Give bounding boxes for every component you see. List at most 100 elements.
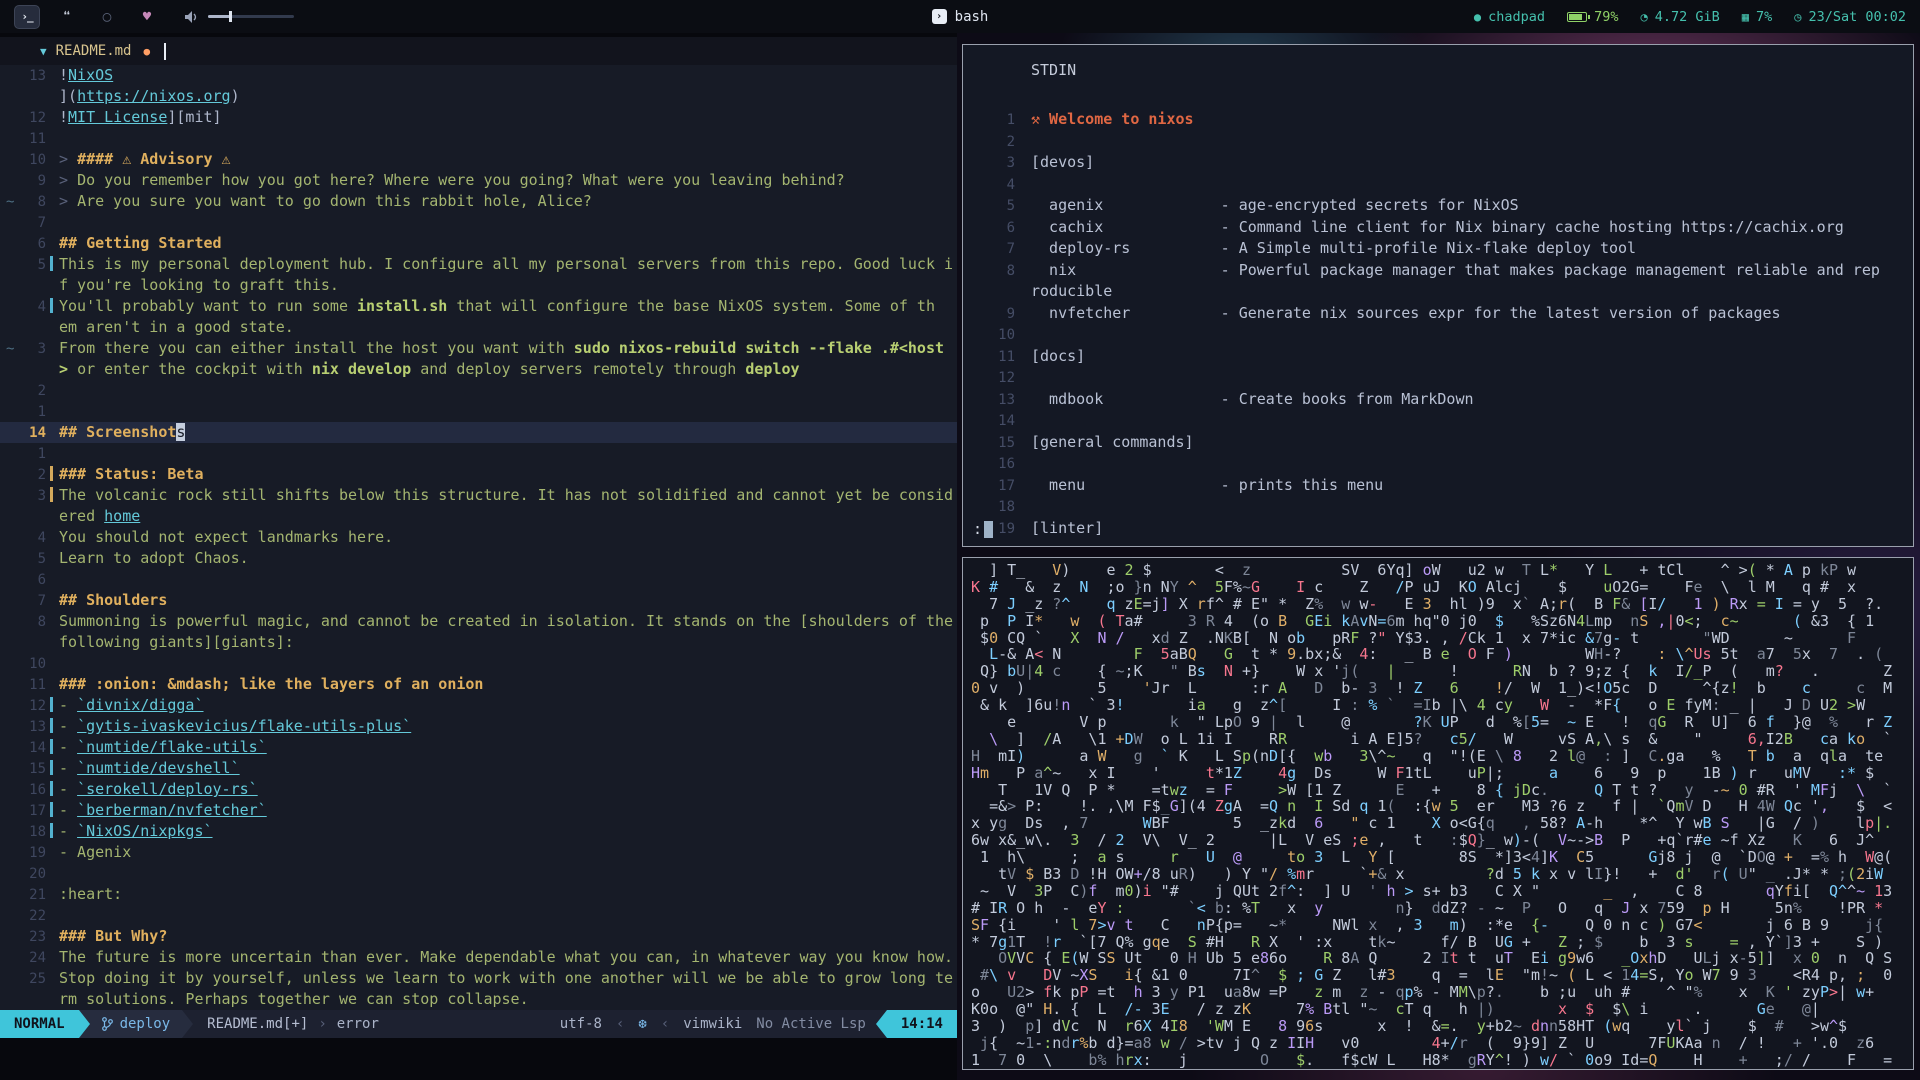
text-segment: ### :onion: &mdash; like the layers of a… <box>59 675 484 693</box>
chat-icon: ❝ <box>62 8 72 25</box>
editor-line[interactable]: ered home <box>0 506 957 527</box>
editor-tabline: ▼ README.md ● <box>0 37 957 65</box>
editor-line[interactable]: 25 Stop doing it by yourself, unless we l… <box>0 968 957 989</box>
text-segment: Learn to adopt Chaos. <box>59 549 249 567</box>
text-segment: rm solutions. Perhaps together we can st… <box>59 990 529 1008</box>
editor-line[interactable]: 1 <box>0 401 957 422</box>
text-segment: [linter] <box>1031 518 1104 537</box>
editor-line-text: The future is more uncertain than ever. … <box>59 948 953 966</box>
editor-line[interactable]: 15- `numtide/devshell` <box>0 758 957 779</box>
editor-statusline: NORMAL deploy README.md[+] › error utf-8… <box>0 1010 957 1038</box>
host-module: ● chadpad <box>1474 9 1545 25</box>
pager-line: 1 ⚒ Welcome to nixos <box>1006 110 1194 128</box>
noise-row: 1 h\ ; a s r U @ to 3 L Y [ 8S *]3<4]K C… <box>980 848 1893 867</box>
chevron-left-icon: ‹ <box>660 1016 670 1032</box>
editor-line-text: From there you can either install the ho… <box>59 339 944 357</box>
editor-line[interactable]: 20 <box>0 863 957 884</box>
volume-slider[interactable] <box>208 11 294 22</box>
text-segment: ! <box>59 66 69 84</box>
editor-line[interactable]: 1 <box>0 443 957 464</box>
editor-line[interactable]: 14 ## Screenshots <box>0 422 957 443</box>
noise-row: 7 J _z ?^ q zE=j] X rf^ # E" * Z% w w- E… <box>989 594 1884 613</box>
editor-line[interactable]: 10 > #### ⚠ Advisory ⚠ <box>0 149 957 170</box>
noise-row: T 1V Q P * =twz = F >W [1 Z E + 8 { jDc.… <box>998 780 1893 799</box>
text-segment: f you're looking to graft this. <box>59 276 339 294</box>
workspace-heart[interactable]: ♥ <box>134 5 160 29</box>
pager-line: 19 [linter] <box>998 518 1104 537</box>
editor-line[interactable]: 10 <box>0 653 957 674</box>
powerline-separator <box>182 1010 194 1038</box>
editor-line[interactable]: ~8 > Are you sure you want to go down thi… <box>0 191 957 212</box>
editor-line[interactable]: 16- `serokell/deploy-rs` <box>0 779 957 800</box>
editor-line[interactable]: 6 ## Getting Started <box>0 233 957 254</box>
editor-line[interactable]: 4 You should not expect landmarks here. <box>0 527 957 548</box>
editor-line-text: Stop doing it by yourself, unless we lea… <box>59 969 953 987</box>
volume-control[interactable] <box>184 10 294 24</box>
volume-handle[interactable] <box>228 11 232 22</box>
editor-line-text: - `berberman/nvfetcher` <box>59 801 267 819</box>
editor-line[interactable]: 12 !MIT License][mit] <box>0 107 957 128</box>
noise-row: tV $ B3 D !H OW+/8 uR) ) Y "/ %mr `+& x … <box>998 865 1884 884</box>
editor-line[interactable]: 19- Agenix <box>0 842 957 863</box>
editor-line[interactable]: 2 ### Status: Beta <box>0 464 957 485</box>
editor-line[interactable]: 22 <box>0 905 957 926</box>
editor-line[interactable]: > or enter the cockpit with nix develop … <box>0 359 957 380</box>
editor-line[interactable]: 17- `berberman/nvfetcher` <box>0 800 957 821</box>
text-segment: :heart: <box>59 885 123 903</box>
editor-line[interactable]: 23 ### But Why? <box>0 926 957 947</box>
text-segment: - <box>59 822 78 840</box>
workspace-chat[interactable]: ❝ <box>54 5 80 29</box>
editor-line[interactable]: following giants][giants]: <box>0 632 957 653</box>
editor-line[interactable]: 21:heart: <box>0 884 957 905</box>
pager-prompt[interactable]: : <box>973 520 994 538</box>
editor-line[interactable]: 13 !NixOS <box>0 65 957 86</box>
mode-indicator: NORMAL <box>0 1010 79 1038</box>
editor-line[interactable]: 2 <box>0 380 957 401</box>
workspace-terminal[interactable]: ›_ <box>14 4 40 29</box>
text-segment: - Agenix <box>59 843 132 861</box>
tab-filename[interactable]: README.md <box>56 43 132 59</box>
editor-line[interactable]: 6 <box>0 569 957 590</box>
editor-line[interactable]: 14- `numtide/flake-utils` <box>0 737 957 758</box>
editor-lines[interactable]: 13 !NixOS](https://nixos.org) 12 !MIT Licen… <box>0 65 957 1010</box>
editor-line[interactable]: 7 <box>0 212 957 233</box>
editor-line[interactable]: 4 You'll probably want to run some instal… <box>0 296 957 317</box>
editor-line[interactable]: ](https://nixos.org) <box>0 86 957 107</box>
text-segment: mdbook - Create books from MarkDown <box>1031 389 1474 408</box>
editor-line[interactable]: 11 ### :onion: &mdash; like the layers of… <box>0 674 957 695</box>
editor-line[interactable]: 7 ## Shoulders <box>0 590 957 611</box>
text-segment: Are you sure you want to go down this ra… <box>77 192 592 210</box>
editor-line[interactable]: 5 Learn to adopt Chaos. <box>0 548 957 569</box>
text-segment: - <box>59 738 78 756</box>
editor-line-text: - `gytis-ivaskevicius/flake-utils-plus` <box>59 717 411 735</box>
text-segment: - <box>59 696 78 714</box>
battery-icon <box>1567 11 1591 22</box>
clock-icon: ◷ <box>1794 9 1802 24</box>
editor-line[interactable]: rm solutions. Perhaps together we can st… <box>0 989 957 1010</box>
text-segment: You'll probably want to run some <box>59 297 358 315</box>
editor-line[interactable]: 11 <box>0 128 957 149</box>
editor-line[interactable]: 18- `NixOS/nixpkgs` <box>0 821 957 842</box>
editor-line[interactable]: 3 The volcanic rock still shifts below th… <box>0 485 957 506</box>
editor-line[interactable]: 13- `gytis-ivaskevicius/flake-utils-plus… <box>0 716 957 737</box>
editor-line[interactable]: 8 Summoning is powerful magic, and cannot… <box>0 611 957 632</box>
text-segment: ered <box>59 507 105 525</box>
text-segment: em aren't in a good state. <box>59 318 294 336</box>
workspace-circle[interactable]: ◯ <box>94 5 120 29</box>
editor-line[interactable]: 12- `divnix/digga` <box>0 695 957 716</box>
git-branch-icon <box>101 1017 113 1031</box>
circle-icon: ◯ <box>102 8 112 25</box>
text-segment: ## Shoulders <box>59 591 168 609</box>
text-segment: ### But Why? <box>59 927 168 945</box>
text-segment: - <box>59 759 78 777</box>
editor-line[interactable]: f you're looking to graft this. <box>0 275 957 296</box>
editor-line[interactable]: 24 The future is more uncertain than ever… <box>0 947 957 968</box>
editor-line[interactable]: ~3 From there you can either install the … <box>0 338 957 359</box>
editor-line[interactable]: 9 > Do you remember how you got here? Whe… <box>0 170 957 191</box>
text-segment: s <box>176 423 186 441</box>
editor-line[interactable]: em aren't in a good state. <box>0 317 957 338</box>
editor-line-text: This is my personal deployment hub. I co… <box>59 255 953 273</box>
editor-line[interactable]: 5 This is my personal deployment hub. I c… <box>0 254 957 275</box>
battery-fill <box>1569 13 1582 20</box>
text-segment: nix - Powerful package manager that make… <box>1031 260 1880 279</box>
